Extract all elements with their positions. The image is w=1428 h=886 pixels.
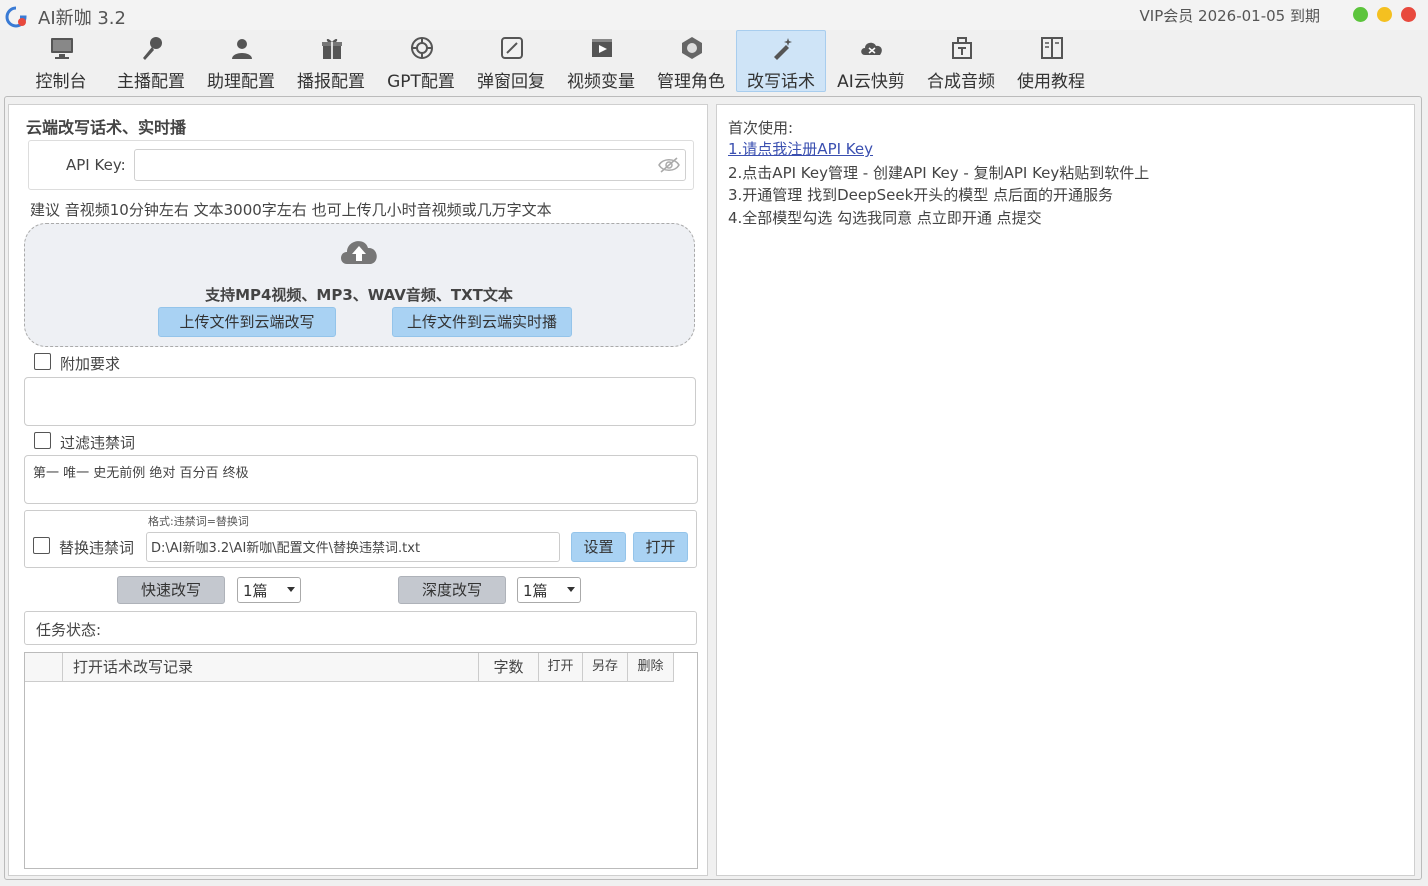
header-saveas: 另存	[583, 653, 628, 682]
monitor-icon	[51, 38, 73, 59]
eye-off-icon[interactable]	[658, 156, 680, 174]
fast-count-value: 1篇	[243, 582, 268, 600]
extra-req-label: 附加要求	[60, 355, 121, 373]
tab-label: 使用教程	[1017, 72, 1085, 92]
task-status-box	[24, 611, 697, 645]
rewrite-record-table: 打开话术改写记录 字数 打开 另存 删除	[24, 652, 698, 869]
book-icon	[1041, 37, 1063, 59]
tab-label: 视频变量	[567, 72, 635, 92]
fast-rewrite-button[interactable]: 快速改写	[117, 576, 225, 604]
header-open: 打开	[539, 653, 583, 682]
cloud-scissors-icon	[861, 42, 882, 55]
tab-assistant-config[interactable]: 助理配置	[196, 30, 286, 92]
openai-icon	[411, 37, 433, 59]
tab-synth-audio[interactable]: 合成音频	[916, 30, 1006, 92]
register-api-key-link[interactable]: 1.请点我注册API Key	[728, 138, 873, 159]
tab-ai-cloud-cut[interactable]: AI云快剪	[826, 30, 916, 92]
title-bar: AI新咖 3.2 VIP会员 2026-01-05 到期	[0, 0, 1428, 30]
api-key-input[interactable]	[134, 149, 686, 181]
microphone-icon	[143, 37, 162, 60]
header-index	[25, 653, 63, 682]
tab-label: 主播配置	[117, 72, 185, 92]
header-record[interactable]: 打开话术改写记录	[63, 653, 479, 682]
tab-manage-role[interactable]: 管理角色	[646, 30, 736, 92]
replace-file-path-input[interactable]: D:\AI新咖3.2\AI新咖\配置文件\替换违禁词.txt	[146, 532, 560, 562]
upload-live-button[interactable]: 上传文件到云端实时播	[392, 307, 572, 337]
tab-label: 管理角色	[657, 72, 725, 92]
table-header: 打开话术改写记录 字数 打开 另存 删除	[25, 653, 674, 682]
tab-popup-reply[interactable]: 弹窗回复	[466, 30, 556, 92]
replace-open-button[interactable]: 打开	[633, 532, 688, 562]
deep-count-select[interactable]: 1篇	[517, 577, 581, 603]
magic-pen-icon	[774, 38, 792, 60]
tab-video-variable[interactable]: 视频变量	[556, 30, 646, 92]
tab-broadcast-config[interactable]: 播报配置	[286, 30, 376, 92]
cloud-upload-icon	[341, 241, 377, 264]
edit-box-icon	[501, 37, 523, 59]
filter-words-label: 过滤违禁词	[60, 434, 136, 452]
chevron-down-icon	[567, 587, 575, 592]
app-title: AI新咖 3.2	[38, 8, 126, 29]
header-delete: 删除	[628, 653, 674, 682]
deep-count-value: 1篇	[523, 582, 548, 600]
user-icon	[232, 39, 252, 59]
replace-words-label: 替换违禁词	[59, 539, 135, 557]
main-toolbar: 控制台 主播配置 助理配置 播报配置 GPT配置 弹窗回复 视频变量 管理角色 …	[16, 30, 1096, 92]
tab-host-config[interactable]: 主播配置	[106, 30, 196, 92]
audio-mix-icon	[952, 37, 972, 59]
section-title: 云端改写话术、实时播	[26, 118, 187, 137]
extra-req-checkbox[interactable]	[34, 353, 51, 370]
tab-tutorial[interactable]: 使用教程	[1006, 30, 1096, 92]
extra-req-input[interactable]	[24, 377, 696, 426]
task-status-label: 任务状态:	[36, 621, 102, 639]
filter-words-checkbox[interactable]	[34, 432, 51, 449]
guide-step-2: 2.点击API Key管理 - 创建API Key - 复制API Key粘贴到…	[728, 164, 1150, 182]
guide-intro: 首次使用:	[728, 119, 794, 137]
app-logo-icon	[5, 6, 27, 28]
gift-icon	[322, 38, 342, 59]
tab-label: 助理配置	[207, 72, 275, 92]
tab-label: GPT配置	[387, 72, 455, 92]
close-button[interactable]	[1401, 7, 1416, 22]
tab-label: 弹窗回复	[477, 72, 545, 92]
header-words: 字数	[479, 653, 539, 682]
tab-console[interactable]: 控制台	[16, 30, 106, 92]
tab-label: AI云快剪	[837, 72, 905, 92]
fast-count-select[interactable]: 1篇	[237, 577, 301, 603]
video-icon	[592, 39, 612, 57]
tab-gpt-config[interactable]: GPT配置	[376, 30, 466, 92]
tab-label: 控制台	[35, 72, 87, 92]
tab-label: 合成音频	[927, 72, 995, 92]
replace-format-hint: 格式:违禁词=替换词	[148, 515, 249, 528]
deep-rewrite-button[interactable]: 深度改写	[398, 576, 506, 604]
guide-step-4: 4.全部模型勾选 勾选我同意 点立即开通 点提交	[728, 209, 1042, 227]
tab-label: 播报配置	[297, 72, 365, 92]
maximize-button[interactable]	[1353, 7, 1368, 22]
chevron-down-icon	[287, 587, 295, 592]
vip-expiry: VIP会员 2026-01-05 到期	[1139, 7, 1320, 25]
filter-words-input[interactable]: 第一 唯一 史无前例 绝对 百分百 终极	[24, 455, 698, 504]
replace-settings-button[interactable]: 设置	[571, 532, 626, 562]
upload-hint: 建议 音视频10分钟左右 文本3000字左右 也可上传几小时音视频或几万字文本	[30, 201, 552, 219]
minimize-button[interactable]	[1377, 7, 1392, 22]
replace-words-checkbox[interactable]	[33, 537, 50, 554]
upload-support-text: 支持MP4视频、MP3、WAV音频、TXT文本	[205, 286, 513, 304]
role-icon	[682, 37, 702, 59]
guide-step-3: 3.开通管理 找到DeepSeek开头的模型 点后面的开通服务	[728, 186, 1114, 204]
upload-rewrite-button[interactable]: 上传文件到云端改写	[158, 307, 336, 337]
tab-label: 改写话术	[747, 72, 815, 92]
tab-rewrite-script[interactable]: 改写话术	[736, 30, 826, 92]
api-key-label: API Key:	[66, 156, 126, 174]
